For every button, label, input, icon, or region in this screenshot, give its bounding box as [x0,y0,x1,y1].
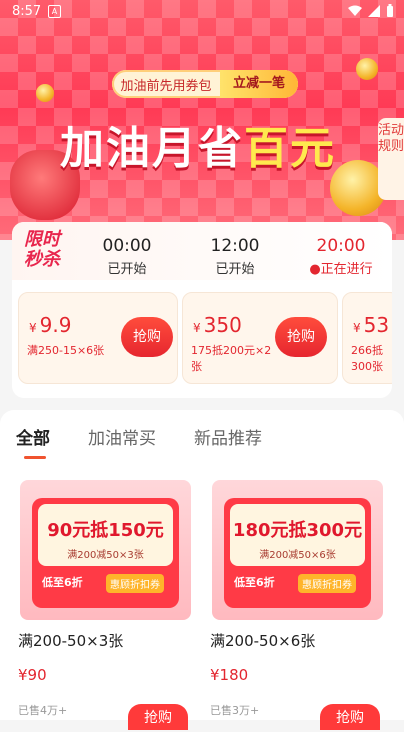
flash-logo-line1: 限时 [24,229,60,250]
price-value: 350 [203,313,242,337]
pill-right-text: 立减一笔 [220,70,298,98]
product-list-section: 全部 加油常买 新品推荐 90元抵150元 满200减50×3张 低至6折 惠顾… [0,410,404,730]
ticket-tag1: 低至6折 [42,576,83,589]
price-value: 53 [363,313,390,337]
product-buy-button[interactable]: 抢购 [320,704,380,730]
product-card-2[interactable]: 180元抵300元 满200减50×6张 低至6折 惠顾折扣券 满200-50×… [210,480,385,730]
battery-icon [387,4,393,17]
coin-decoration-2 [356,58,378,80]
coupon-ticket: 180元抵300元 满200减50×6张 低至6折 惠顾折扣券 [224,498,371,608]
buy-button[interactable]: 抢购 [121,317,173,357]
flash-card-2[interactable]: ¥350 175抵200元×2张 抢购 [182,292,338,384]
hero-banner: 加油前先用券包 立减一笔 加油月省百元 活动规则 [0,0,404,240]
wifi-icon [348,5,362,16]
flash-cards: ¥9.9 满250-15×6张 抢购 ¥350 175抵200元×2张 抢购 ¥… [12,292,392,388]
card-desc: 266抵300张 [351,344,383,373]
currency: ¥ [29,321,37,335]
product-image: 90元抵150元 满200减50×3张 低至6折 惠顾折扣券 [20,480,191,620]
ticket-tag2: 惠顾折扣券 [106,574,164,593]
tab-frequent[interactable]: 加油常买 [88,424,156,449]
ticket-tag1: 低至6折 [234,576,275,589]
tab-all[interactable]: 全部 [16,424,50,449]
coupon-ticket: 90元抵150元 满200减50×3张 低至6折 惠顾折扣券 [32,498,179,608]
card-price: ¥350 [193,313,242,337]
product-card-1[interactable]: 90元抵150元 满200减50×3张 低至6折 惠顾折扣券 满200-50×3… [18,480,193,730]
status-time: 8:57 [12,4,42,19]
ticket-top: 90元抵150元 满200减50×3张 [38,504,173,566]
coin-decoration-1 [36,84,54,102]
slot-time: 00:00 [102,236,152,256]
tab-underline [24,456,46,459]
currency: ¥ [353,321,361,335]
product-price: ¥90 [18,666,47,684]
slot-status: 已开始 [107,262,147,277]
product-sold: 已售3万+ [210,704,260,717]
ticket-sub: 满200减50×3张 [67,550,144,561]
notification-a-icon: A [48,5,61,18]
card-desc: 175抵200元×2张 [191,344,272,373]
headline-white: 加油月省 [60,123,244,174]
product-image: 180元抵300元 满200减50×6张 低至6折 惠顾折扣券 [212,480,383,620]
ticket-big: 90元抵150元 [47,520,164,541]
status-right [348,4,394,17]
card-desc: 满250-15×6张 [27,344,105,357]
flash-sale-panel: 限时 秒杀 00:00 已开始 12:00 已开始 20:00 ●正在进行 ¥9… [12,222,392,398]
hero-headline: 加油月省百元 [60,112,336,176]
ticket-big: 180元抵300元 [232,520,363,541]
flash-sale-logo: 限时 秒杀 [24,230,60,270]
product-sold: 已售4万+ [18,704,68,717]
flash-logo-line2: 秒杀 [24,249,60,270]
card-price: ¥53 [353,313,389,337]
flash-card-3[interactable]: ¥53 266抵300张 [342,292,392,384]
ticket-top: 180元抵300元 满200减50×6张 [230,504,365,566]
flash-sale-header: 限时 秒杀 00:00 已开始 12:00 已开始 20:00 ●正在进行 [12,222,392,280]
signal-icon [368,4,380,17]
tab-new[interactable]: 新品推荐 [194,424,262,449]
time-slot-2[interactable]: 12:00 已开始 [200,236,270,277]
buy-button[interactable]: 抢购 [275,317,327,357]
flash-card-1[interactable]: ¥9.9 满250-15×6张 抢购 [18,292,178,384]
product-name: 满200-50×6张 [210,632,316,650]
product-buy-button[interactable]: 抢购 [128,704,188,730]
pill-left-text: 加油前先用券包 [120,78,212,94]
slot-status: 已开始 [215,262,255,277]
ticket-tag2: 惠顾折扣券 [298,574,356,593]
product-price: ¥180 [210,666,249,684]
card-price: ¥9.9 [29,313,71,337]
time-slot-1[interactable]: 00:00 已开始 [92,236,162,277]
category-tabs: 全部 加油常买 新品推荐 [16,424,262,449]
headline-yellow: 百元 [244,123,336,174]
slot-status: ●正在进行 [309,262,373,277]
slot-time: 12:00 [210,236,260,256]
ticket-sub: 满200减50×6张 [259,550,336,561]
price-value: 9.9 [39,313,72,337]
activity-rules-button[interactable]: 活动规则 [378,118,404,200]
status-bar: 8:57 A [0,0,404,24]
currency: ¥ [193,321,201,335]
coupon-pack-pill[interactable]: 加油前先用券包 立减一笔 [112,70,298,98]
time-slot-3[interactable]: 20:00 ●正在进行 [306,236,376,277]
product-name: 满200-50×3张 [18,632,124,650]
slot-time: 20:00 [316,236,366,256]
